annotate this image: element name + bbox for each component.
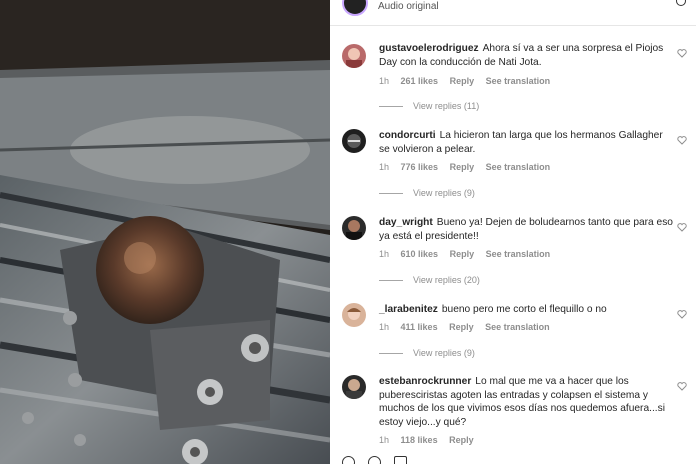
comment-meta: 1h 118 likes Reply — [379, 435, 483, 445]
likes-count[interactable]: 776 likes — [401, 162, 439, 172]
see-translation-link[interactable]: See translation — [486, 76, 551, 86]
heart-icon[interactable] — [677, 48, 687, 58]
comment-icon[interactable] — [368, 456, 381, 464]
replies-line — [379, 352, 403, 354]
comment-username[interactable]: day_wright — [379, 217, 433, 228]
comment-time: 1h — [379, 322, 390, 332]
comment-meta: 1h 411 likes Reply See translation — [379, 322, 559, 332]
avatar[interactable] — [342, 44, 366, 68]
audio-label[interactable]: Audio original — [378, 1, 439, 12]
replies-line — [379, 279, 403, 281]
heart-icon[interactable] — [342, 456, 355, 464]
comment-text: day_wright Bueno ya! Dejen de boludearnos… — [379, 216, 675, 243]
view-replies-button[interactable]: View replies (20) — [379, 275, 480, 285]
replies-line — [379, 105, 403, 107]
comment-time: 1h — [379, 249, 390, 259]
comment-text: estebanrockrunner Lo mal que me va a hace… — [379, 375, 675, 429]
replies-line — [379, 192, 403, 194]
heart-icon[interactable] — [677, 135, 687, 145]
avatar[interactable] — [342, 216, 366, 240]
view-replies-button[interactable]: View replies (9) — [379, 348, 475, 358]
comment-time: 1h — [379, 76, 390, 86]
road-case-photo — [0, 0, 330, 464]
comment-time: 1h — [379, 435, 390, 445]
post-header: Audio original — [330, 0, 696, 16]
reply-button[interactable]: Reply — [450, 249, 475, 259]
reply-button[interactable]: Reply — [450, 76, 475, 86]
view-replies-button[interactable]: View replies (9) — [379, 188, 475, 198]
comment-username[interactable]: gustavoelerodriguez — [379, 43, 479, 54]
heart-icon[interactable] — [677, 309, 687, 319]
view-replies-label[interactable]: View replies (9) — [413, 348, 475, 358]
view-replies-button[interactable]: View replies (11) — [379, 101, 479, 111]
avatar[interactable] — [342, 129, 366, 153]
comment-meta: 1h 776 likes Reply See translation — [379, 162, 559, 172]
reply-button[interactable]: Reply — [450, 162, 475, 172]
heart-icon[interactable] — [677, 381, 687, 391]
poster-avatar[interactable] — [342, 0, 368, 16]
see-translation-link[interactable]: See translation — [486, 249, 551, 259]
comment-meta: 1h 261 likes Reply See translation — [379, 76, 559, 86]
view-replies-label[interactable]: View replies (9) — [413, 188, 475, 198]
share-icon[interactable] — [394, 456, 407, 464]
action-bar — [330, 454, 696, 464]
comment-username[interactable]: estebanrockrunner — [379, 376, 471, 387]
comment-body: bueno pero me corto el flequillo o no — [441, 304, 607, 315]
likes-count[interactable]: 261 likes — [401, 76, 439, 86]
comment-time: 1h — [379, 162, 390, 172]
see-translation-link[interactable]: See translation — [485, 322, 550, 332]
reply-button[interactable]: Reply — [449, 435, 474, 445]
likes-count[interactable]: 118 likes — [401, 435, 438, 445]
comment-meta: 1h 610 likes Reply See translation — [379, 249, 559, 259]
comment-text: _larabenitez bueno pero me corto el flequ… — [379, 303, 675, 317]
post-image[interactable] — [0, 0, 330, 464]
avatar[interactable] — [342, 303, 366, 327]
more-options-icon[interactable] — [676, 0, 686, 6]
view-replies-label[interactable]: View replies (11) — [413, 101, 479, 111]
header-divider — [330, 25, 696, 26]
likes-count[interactable]: 610 likes — [401, 249, 439, 259]
reply-button[interactable]: Reply — [449, 322, 474, 332]
heart-icon[interactable] — [677, 222, 687, 232]
view-replies-label[interactable]: View replies (20) — [413, 275, 480, 285]
comments-panel: Audio original gustavoelerodriguez Ahora … — [330, 0, 696, 464]
comment-username[interactable]: condorcurti — [379, 130, 436, 141]
comment-text: condorcurti La hicieron tan larga que los… — [379, 129, 675, 156]
comment-text: gustavoelerodriguez Ahora sí va a ser una… — [379, 42, 675, 69]
avatar[interactable] — [342, 375, 366, 399]
app-window: Audio original gustavoelerodriguez Ahora … — [0, 0, 696, 464]
likes-count[interactable]: 411 likes — [401, 322, 438, 332]
see-translation-link[interactable]: See translation — [486, 162, 551, 172]
comment-username[interactable]: _larabenitez — [379, 304, 438, 315]
